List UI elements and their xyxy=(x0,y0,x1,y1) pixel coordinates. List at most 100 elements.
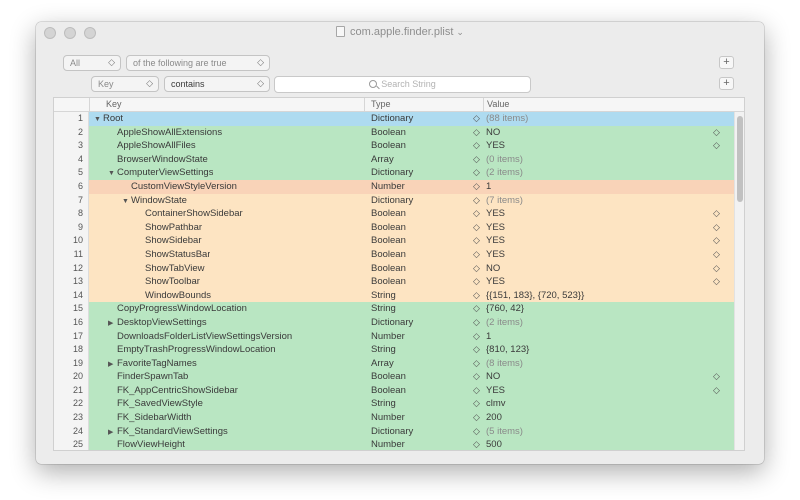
value-updown-icon[interactable]: ◇ xyxy=(713,207,720,221)
type-updown-icon[interactable]: ◇ xyxy=(473,384,480,398)
type-cell[interactable]: Boolean xyxy=(371,126,483,140)
value-cell[interactable]: (2 items) xyxy=(486,166,726,180)
type-cell[interactable]: Number xyxy=(371,330,483,344)
key-cell[interactable]: ShowPathbar xyxy=(136,221,202,235)
table-row[interactable]: 3 AppleShowAllFiles Boolean ◇ YES ◇ xyxy=(54,139,744,153)
table-row[interactable]: 10 ShowSidebar Boolean ◇ YES ◇ xyxy=(54,234,744,248)
type-updown-icon[interactable]: ◇ xyxy=(473,221,480,235)
type-cell[interactable]: Boolean xyxy=(371,234,483,248)
key-cell[interactable]: AppleShowAllExtensions xyxy=(108,126,222,140)
type-cell[interactable]: Dictionary xyxy=(371,112,483,126)
disclosure-expanded-icon[interactable]: ▼ xyxy=(122,195,131,208)
table-row[interactable]: 12 ShowTabView Boolean ◇ NO ◇ xyxy=(54,261,744,276)
type-cell[interactable]: Dictionary xyxy=(371,194,483,208)
value-cell[interactable]: YES xyxy=(486,221,726,235)
key-cell[interactable]: ▼ ComputerViewSettings xyxy=(108,166,213,180)
value-updown-icon[interactable]: ◇ xyxy=(713,248,720,262)
table-row[interactable]: 7 ▼ WindowState Dictionary ◇ (7 items) xyxy=(54,193,744,208)
type-updown-icon[interactable]: ◇ xyxy=(473,343,480,357)
type-updown-icon[interactable]: ◇ xyxy=(473,316,480,330)
value-cell[interactable]: {760, 42} xyxy=(486,302,726,316)
type-updown-icon[interactable]: ◇ xyxy=(473,302,480,316)
type-cell[interactable]: Boolean xyxy=(371,221,483,235)
table-row[interactable]: 6 CustomViewStyleVersion Number ◇ 1 xyxy=(54,179,744,194)
table-row[interactable]: 25 FlowViewHeight Number ◇ 500 xyxy=(54,438,744,450)
column-header-value[interactable]: Value xyxy=(487,99,509,111)
key-cell[interactable]: ▼ WindowState xyxy=(122,194,187,208)
table-row[interactable]: 1 ▼ Root Dictionary ◇ (88 items) xyxy=(54,112,744,126)
type-updown-icon[interactable]: ◇ xyxy=(473,397,480,411)
key-cell[interactable]: ▶ DesktopViewSettings xyxy=(108,316,207,330)
type-updown-icon[interactable]: ◇ xyxy=(473,248,480,262)
value-cell[interactable]: NO xyxy=(486,262,726,276)
value-cell[interactable]: clmv xyxy=(486,397,726,411)
table-row[interactable]: 13 ShowToolbar Boolean ◇ YES ◇ xyxy=(54,275,744,289)
table-row[interactable]: 9 ShowPathbar Boolean ◇ YES ◇ xyxy=(54,220,744,235)
key-cell[interactable]: FK_SavedViewStyle xyxy=(108,397,203,411)
value-cell[interactable]: (88 items) xyxy=(486,112,726,126)
type-updown-icon[interactable]: ◇ xyxy=(473,357,480,371)
type-updown-icon[interactable]: ◇ xyxy=(473,262,480,276)
type-updown-icon[interactable]: ◇ xyxy=(473,139,480,153)
value-updown-icon[interactable]: ◇ xyxy=(713,139,720,153)
type-cell[interactable]: Array xyxy=(371,153,483,167)
key-cell[interactable]: EmptyTrashProgressWindowLocation xyxy=(108,343,276,357)
table-row[interactable]: 14 WindowBounds String ◇ {{151, 183}, {720, … xyxy=(54,288,744,303)
value-cell[interactable]: {{151, 183}, {720, 523}} xyxy=(486,289,726,303)
type-cell[interactable]: String xyxy=(371,289,483,303)
table-row[interactable]: 5 ▼ ComputerViewSettings Dictionary ◇ (2 item… xyxy=(54,166,744,180)
value-cell[interactable]: (0 items) xyxy=(486,153,726,167)
plist-outline-table[interactable]: Key Type Value 1 ▼ Root Dictionary ◇ (88 item… xyxy=(53,97,745,451)
table-row[interactable]: 23 FK_SidebarWidth Number ◇ 200 xyxy=(54,411,744,425)
operator-popup[interactable]: contains ◇ xyxy=(164,76,270,92)
value-cell[interactable]: {810, 123} xyxy=(486,343,726,357)
value-cell[interactable]: (7 items) xyxy=(486,194,726,208)
value-cell[interactable]: (2 items) xyxy=(486,316,726,330)
type-updown-icon[interactable]: ◇ xyxy=(473,438,480,450)
key-cell[interactable]: ShowStatusBar xyxy=(136,248,210,262)
value-cell[interactable]: 500 xyxy=(486,438,726,450)
vertical-scrollbar[interactable] xyxy=(734,112,744,450)
type-cell[interactable]: Boolean xyxy=(371,384,483,398)
scrollbar-thumb[interactable] xyxy=(737,116,743,202)
type-cell[interactable]: Boolean xyxy=(371,370,483,384)
type-cell[interactable]: Boolean xyxy=(371,262,483,276)
disclosure-collapsed-icon[interactable]: ▶ xyxy=(108,317,117,330)
type-cell[interactable]: String xyxy=(371,397,483,411)
add-filter-button[interactable]: + xyxy=(719,77,734,90)
type-cell[interactable]: Dictionary xyxy=(371,425,483,439)
type-cell[interactable]: Number xyxy=(371,411,483,425)
add-filter-group-button[interactable]: + xyxy=(719,56,734,69)
type-updown-icon[interactable]: ◇ xyxy=(473,180,480,194)
type-updown-icon[interactable]: ◇ xyxy=(473,275,480,289)
type-cell[interactable]: Array xyxy=(371,357,483,371)
type-updown-icon[interactable]: ◇ xyxy=(473,112,480,126)
type-cell[interactable]: Boolean xyxy=(371,248,483,262)
table-row[interactable]: 11 ShowStatusBar Boolean ◇ YES ◇ xyxy=(54,247,744,262)
key-cell[interactable]: ContainerShowSidebar xyxy=(136,207,243,221)
key-cell[interactable]: FlowViewHeight xyxy=(108,438,185,450)
disclosure-expanded-icon[interactable]: ▼ xyxy=(108,167,117,180)
value-updown-icon[interactable]: ◇ xyxy=(713,221,720,235)
column-header-key[interactable]: Key xyxy=(106,99,122,111)
value-updown-icon[interactable]: ◇ xyxy=(713,262,720,276)
value-cell[interactable]: (5 items) xyxy=(486,425,726,439)
type-cell[interactable]: Boolean xyxy=(371,207,483,221)
key-cell[interactable]: CopyProgressWindowLocation xyxy=(108,302,247,316)
field-popup[interactable]: Key ◇ xyxy=(91,76,159,92)
table-row[interactable]: 20 FinderSpawnTab Boolean ◇ NO ◇ xyxy=(54,370,744,384)
value-updown-icon[interactable]: ◇ xyxy=(713,275,720,289)
key-cell[interactable]: ▶ FavoriteTagNames xyxy=(108,357,197,371)
key-cell[interactable]: FinderSpawnTab xyxy=(108,370,188,384)
table-row[interactable]: 2 AppleShowAllExtensions Boolean ◇ NO ◇ xyxy=(54,125,744,140)
type-updown-icon[interactable]: ◇ xyxy=(473,166,480,180)
key-cell[interactable]: BrowserWindowState xyxy=(108,153,208,167)
key-cell[interactable]: ▶ FK_StandardViewSettings xyxy=(108,425,228,439)
value-cell[interactable]: NO xyxy=(486,126,726,140)
value-cell[interactable]: NO xyxy=(486,370,726,384)
type-updown-icon[interactable]: ◇ xyxy=(473,411,480,425)
value-cell[interactable]: YES xyxy=(486,207,726,221)
column-header-type[interactable]: Type xyxy=(371,99,391,111)
key-cell[interactable]: FK_AppCentricShowSidebar xyxy=(108,384,238,398)
key-cell[interactable]: FK_SidebarWidth xyxy=(108,411,191,425)
